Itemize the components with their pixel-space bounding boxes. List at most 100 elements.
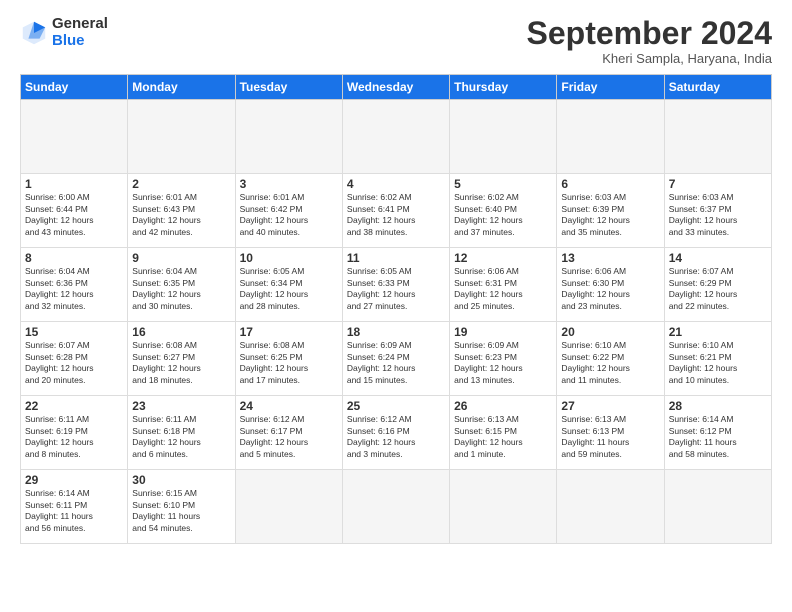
calendar-cell: 24Sunrise: 6:12 AM Sunset: 6:17 PM Dayli… [235, 396, 342, 470]
day-info: Sunrise: 6:05 AM Sunset: 6:34 PM Dayligh… [240, 266, 338, 312]
logo-text: General Blue [52, 16, 108, 49]
day-number: 3 [240, 177, 338, 191]
day-number: 6 [561, 177, 659, 191]
day-number: 9 [132, 251, 230, 265]
day-info: Sunrise: 6:13 AM Sunset: 6:15 PM Dayligh… [454, 414, 552, 460]
calendar-cell: 7Sunrise: 6:03 AM Sunset: 6:37 PM Daylig… [664, 174, 771, 248]
day-number: 17 [240, 325, 338, 339]
day-number: 27 [561, 399, 659, 413]
calendar-cell: 30Sunrise: 6:15 AM Sunset: 6:10 PM Dayli… [128, 470, 235, 544]
day-number: 22 [25, 399, 123, 413]
day-info: Sunrise: 6:12 AM Sunset: 6:17 PM Dayligh… [240, 414, 338, 460]
day-number: 4 [347, 177, 445, 191]
day-info: Sunrise: 6:04 AM Sunset: 6:36 PM Dayligh… [25, 266, 123, 312]
day-info: Sunrise: 6:08 AM Sunset: 6:27 PM Dayligh… [132, 340, 230, 386]
calendar-cell [664, 100, 771, 174]
calendar-cell [450, 100, 557, 174]
calendar-table: Sunday Monday Tuesday Wednesday Thursday… [20, 74, 772, 544]
day-number: 25 [347, 399, 445, 413]
calendar-cell [235, 100, 342, 174]
calendar-week-4: 22Sunrise: 6:11 AM Sunset: 6:19 PM Dayli… [21, 396, 772, 470]
day-info: Sunrise: 6:12 AM Sunset: 6:16 PM Dayligh… [347, 414, 445, 460]
day-number: 29 [25, 473, 123, 487]
col-thursday: Thursday [450, 75, 557, 100]
calendar-cell: 23Sunrise: 6:11 AM Sunset: 6:18 PM Dayli… [128, 396, 235, 470]
calendar-cell: 22Sunrise: 6:11 AM Sunset: 6:19 PM Dayli… [21, 396, 128, 470]
location: Kheri Sampla, Haryana, India [527, 51, 772, 66]
calendar-cell: 11Sunrise: 6:05 AM Sunset: 6:33 PM Dayli… [342, 248, 449, 322]
day-number: 10 [240, 251, 338, 265]
day-info: Sunrise: 6:11 AM Sunset: 6:18 PM Dayligh… [132, 414, 230, 460]
calendar-cell [342, 470, 449, 544]
calendar-cell: 20Sunrise: 6:10 AM Sunset: 6:22 PM Dayli… [557, 322, 664, 396]
day-info: Sunrise: 6:03 AM Sunset: 6:37 PM Dayligh… [669, 192, 767, 238]
day-info: Sunrise: 6:09 AM Sunset: 6:23 PM Dayligh… [454, 340, 552, 386]
day-number: 26 [454, 399, 552, 413]
day-number: 2 [132, 177, 230, 191]
calendar-cell: 28Sunrise: 6:14 AM Sunset: 6:12 PM Dayli… [664, 396, 771, 470]
day-info: Sunrise: 6:04 AM Sunset: 6:35 PM Dayligh… [132, 266, 230, 312]
calendar-week-0 [21, 100, 772, 174]
calendar-cell: 12Sunrise: 6:06 AM Sunset: 6:31 PM Dayli… [450, 248, 557, 322]
calendar-cell: 1Sunrise: 6:00 AM Sunset: 6:44 PM Daylig… [21, 174, 128, 248]
day-info: Sunrise: 6:08 AM Sunset: 6:25 PM Dayligh… [240, 340, 338, 386]
calendar-cell: 6Sunrise: 6:03 AM Sunset: 6:39 PM Daylig… [557, 174, 664, 248]
calendar-week-1: 1Sunrise: 6:00 AM Sunset: 6:44 PM Daylig… [21, 174, 772, 248]
day-number: 7 [669, 177, 767, 191]
calendar-cell: 27Sunrise: 6:13 AM Sunset: 6:13 PM Dayli… [557, 396, 664, 470]
day-number: 30 [132, 473, 230, 487]
title-block: September 2024 Kheri Sampla, Haryana, In… [527, 16, 772, 66]
page: General Blue September 2024 Kheri Sampla… [0, 0, 792, 612]
calendar-cell [21, 100, 128, 174]
day-number: 21 [669, 325, 767, 339]
day-number: 8 [25, 251, 123, 265]
header-row: Sunday Monday Tuesday Wednesday Thursday… [21, 75, 772, 100]
logo-icon [20, 19, 48, 47]
calendar-cell: 25Sunrise: 6:12 AM Sunset: 6:16 PM Dayli… [342, 396, 449, 470]
day-info: Sunrise: 6:02 AM Sunset: 6:41 PM Dayligh… [347, 192, 445, 238]
day-info: Sunrise: 6:14 AM Sunset: 6:12 PM Dayligh… [669, 414, 767, 460]
col-friday: Friday [557, 75, 664, 100]
day-info: Sunrise: 6:15 AM Sunset: 6:10 PM Dayligh… [132, 488, 230, 534]
calendar-cell: 26Sunrise: 6:13 AM Sunset: 6:15 PM Dayli… [450, 396, 557, 470]
calendar-cell: 18Sunrise: 6:09 AM Sunset: 6:24 PM Dayli… [342, 322, 449, 396]
calendar-cell [664, 470, 771, 544]
calendar-cell: 21Sunrise: 6:10 AM Sunset: 6:21 PM Dayli… [664, 322, 771, 396]
day-number: 16 [132, 325, 230, 339]
day-info: Sunrise: 6:13 AM Sunset: 6:13 PM Dayligh… [561, 414, 659, 460]
col-monday: Monday [128, 75, 235, 100]
day-info: Sunrise: 6:01 AM Sunset: 6:42 PM Dayligh… [240, 192, 338, 238]
calendar-cell [450, 470, 557, 544]
day-info: Sunrise: 6:01 AM Sunset: 6:43 PM Dayligh… [132, 192, 230, 238]
calendar-cell: 16Sunrise: 6:08 AM Sunset: 6:27 PM Dayli… [128, 322, 235, 396]
day-number: 19 [454, 325, 552, 339]
calendar-cell: 15Sunrise: 6:07 AM Sunset: 6:28 PM Dayli… [21, 322, 128, 396]
calendar-cell [235, 470, 342, 544]
day-info: Sunrise: 6:06 AM Sunset: 6:30 PM Dayligh… [561, 266, 659, 312]
calendar-cell [128, 100, 235, 174]
day-number: 11 [347, 251, 445, 265]
calendar-cell [342, 100, 449, 174]
calendar-cell: 3Sunrise: 6:01 AM Sunset: 6:42 PM Daylig… [235, 174, 342, 248]
day-number: 23 [132, 399, 230, 413]
day-number: 24 [240, 399, 338, 413]
day-info: Sunrise: 6:06 AM Sunset: 6:31 PM Dayligh… [454, 266, 552, 312]
calendar-week-3: 15Sunrise: 6:07 AM Sunset: 6:28 PM Dayli… [21, 322, 772, 396]
day-info: Sunrise: 6:00 AM Sunset: 6:44 PM Dayligh… [25, 192, 123, 238]
calendar-cell: 9Sunrise: 6:04 AM Sunset: 6:35 PM Daylig… [128, 248, 235, 322]
calendar-cell [557, 470, 664, 544]
day-info: Sunrise: 6:14 AM Sunset: 6:11 PM Dayligh… [25, 488, 123, 534]
calendar-cell: 8Sunrise: 6:04 AM Sunset: 6:36 PM Daylig… [21, 248, 128, 322]
day-number: 12 [454, 251, 552, 265]
col-tuesday: Tuesday [235, 75, 342, 100]
calendar-cell: 2Sunrise: 6:01 AM Sunset: 6:43 PM Daylig… [128, 174, 235, 248]
day-info: Sunrise: 6:02 AM Sunset: 6:40 PM Dayligh… [454, 192, 552, 238]
calendar-week-2: 8Sunrise: 6:04 AM Sunset: 6:36 PM Daylig… [21, 248, 772, 322]
col-sunday: Sunday [21, 75, 128, 100]
calendar-cell: 29Sunrise: 6:14 AM Sunset: 6:11 PM Dayli… [21, 470, 128, 544]
day-info: Sunrise: 6:10 AM Sunset: 6:22 PM Dayligh… [561, 340, 659, 386]
calendar-cell: 19Sunrise: 6:09 AM Sunset: 6:23 PM Dayli… [450, 322, 557, 396]
day-info: Sunrise: 6:03 AM Sunset: 6:39 PM Dayligh… [561, 192, 659, 238]
day-number: 13 [561, 251, 659, 265]
calendar-cell: 10Sunrise: 6:05 AM Sunset: 6:34 PM Dayli… [235, 248, 342, 322]
